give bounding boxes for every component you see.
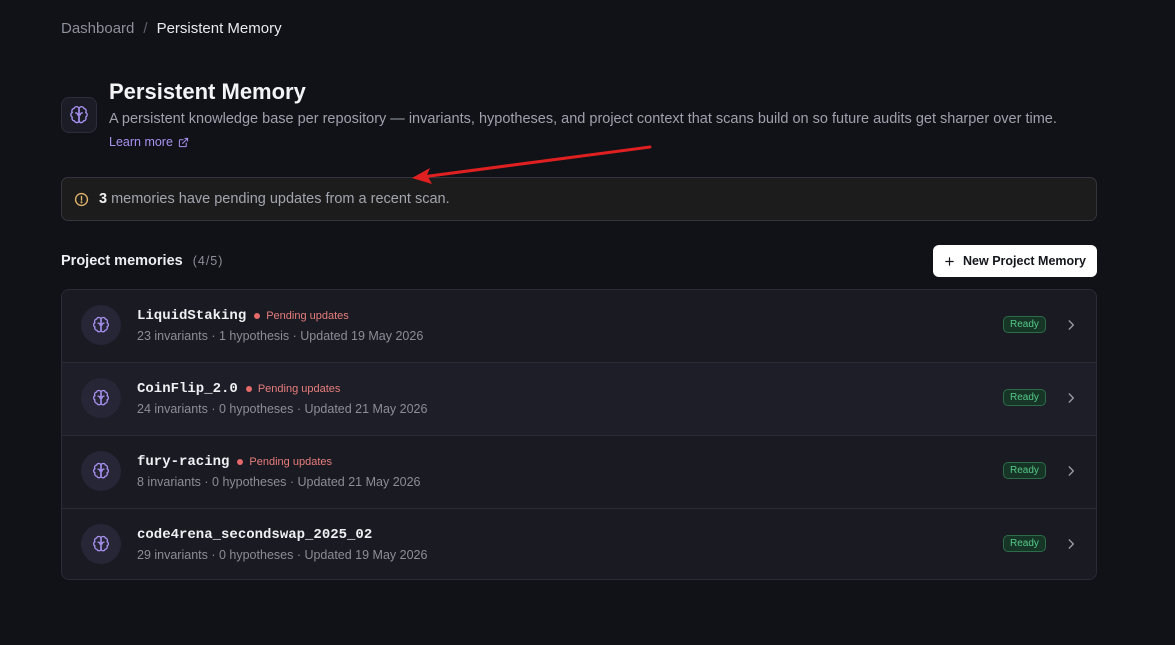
pending-updates-label: Pending updates [257, 383, 341, 395]
breadcrumb-current: Persistent Memory [156, 20, 282, 37]
pending-updates-label: Pending updates [266, 310, 349, 322]
pending-updates-badge: Pending updates [237, 456, 332, 468]
alert-text: 3 memories have pending updates from a re… [99, 191, 450, 207]
pending-dot [254, 313, 261, 319]
chevron-right-icon[interactable] [1064, 537, 1078, 551]
status-badge: Ready [1003, 462, 1046, 479]
memory-name-line: code4rena_secondswap_2025_02 [137, 527, 372, 543]
persistent-memory-page: Dashboard / Persistent Memory Persistent… [0, 0, 1175, 645]
pending-updates-label: Pending updates [249, 456, 332, 468]
new-project-memory-button[interactable]: New Project Memory [933, 245, 1097, 277]
memory-name: fury-racing [137, 454, 230, 470]
memory-name: CoinFlip_2.0 [137, 381, 238, 397]
memory-name: LiquidStaking [137, 308, 247, 324]
pending-updates-badge: Pending updates [254, 310, 349, 322]
brain-icon [81, 451, 121, 491]
memory-name-line: CoinFlip_2.0 Pending updates [137, 381, 340, 397]
memory-name: code4rena_secondswap_2025_02 [137, 527, 373, 543]
memory-count: (4/5) [192, 254, 224, 268]
warning-circle-icon [74, 192, 89, 206]
brain-icon [81, 524, 121, 564]
status-badge: Ready [1003, 389, 1046, 406]
learn-more-link[interactable]: Learn more [109, 135, 189, 150]
page-description: A persistent knowledge base per reposito… [109, 111, 1057, 127]
memory-meta: 29 invariants · 0 hypotheses · Updated 1… [137, 548, 428, 562]
learn-more-label: Learn more [109, 135, 173, 149]
memory-row[interactable]: LiquidStaking Pending updates 23 invaria… [62, 290, 1096, 363]
alert-message: memories have pending updates from a rec… [111, 191, 450, 207]
pending-dot [245, 386, 252, 392]
memory-meta: 8 invariants · 0 hypotheses · Updated 21… [137, 475, 421, 489]
brain-icon [81, 378, 121, 418]
breadcrumb-separator: / [143, 20, 148, 37]
brain-icon [61, 97, 97, 133]
memory-meta: 23 invariants · 1 hypothesis · Updated 1… [137, 329, 424, 343]
memory-list: LiquidStaking Pending updates 23 invaria… [61, 289, 1097, 580]
new-project-memory-label: New Project Memory [963, 254, 1086, 268]
memory-row[interactable]: code4rena_secondswap_2025_02 29 invarian… [62, 509, 1096, 579]
brain-icon [81, 305, 121, 345]
chevron-right-icon[interactable] [1064, 391, 1078, 405]
page-title: Persistent Memory [109, 79, 306, 104]
pending-dot [237, 459, 244, 465]
pending-updates-badge: Pending updates [245, 383, 341, 395]
annotation-arrow [412, 145, 652, 184]
chevron-right-icon[interactable] [1064, 318, 1078, 332]
memory-row[interactable]: fury-racing Pending updates 8 invariants… [62, 436, 1096, 509]
memory-name-line: fury-racing Pending updates [137, 454, 332, 470]
memory-row[interactable]: CoinFlip_2.0 Pending updates 24 invarian… [62, 363, 1096, 436]
status-badge: Ready [1003, 535, 1046, 552]
section-title: Project memories (4/5) [61, 252, 223, 270]
status-badge: Ready [1003, 316, 1046, 333]
external-link-icon [178, 137, 189, 148]
chevron-right-icon[interactable] [1064, 464, 1078, 478]
section-title-label: Project memories [61, 253, 183, 269]
plus-icon [945, 256, 954, 266]
alert-count: 3 [99, 191, 108, 207]
memory-meta: 24 invariants · 0 hypotheses · Updated 2… [137, 402, 428, 416]
breadcrumb-dashboard-link[interactable]: Dashboard [61, 20, 134, 38]
breadcrumb: Dashboard / Persistent Memory [61, 20, 282, 38]
memory-name-line: LiquidStaking Pending updates [137, 308, 349, 324]
